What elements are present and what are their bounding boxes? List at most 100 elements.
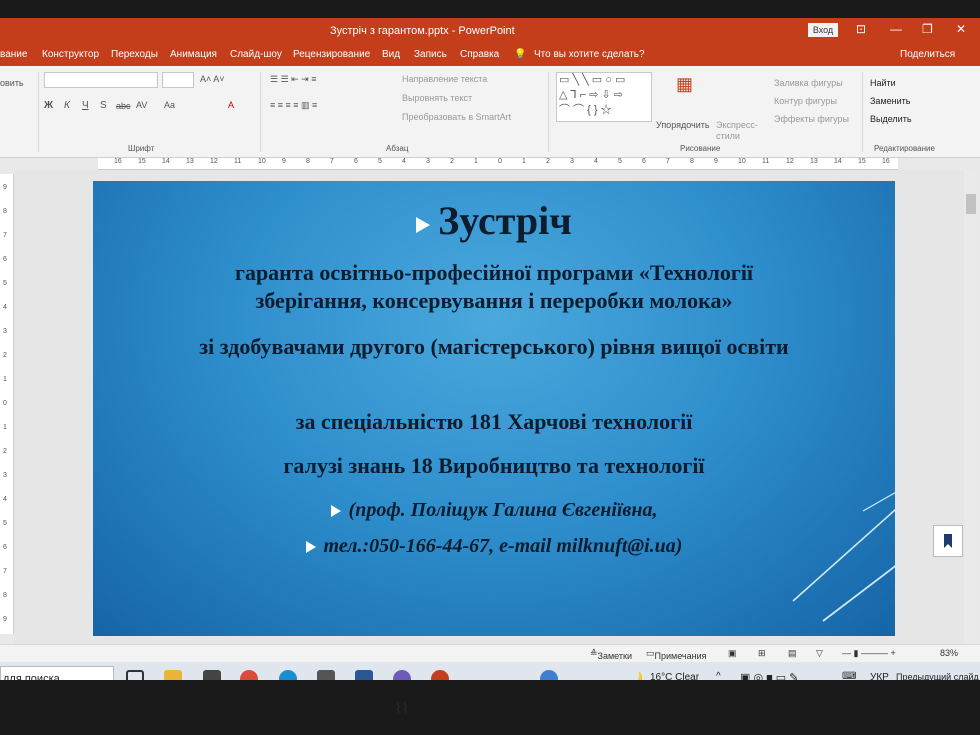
change-case-button[interactable]: Aa <box>164 100 175 110</box>
shape-effects-button[interactable]: Эффекты фигуры <box>774 114 849 124</box>
bullets-icon[interactable]: ☰ ☰ ⇤ ⇥ ≡ <box>270 74 316 85</box>
language-indicator[interactable]: УКР <box>870 672 889 680</box>
tell-me-input[interactable]: Что вы хотите сделать? <box>534 49 645 60</box>
reading-view-icon[interactable]: ▤ <box>788 648 797 659</box>
keyboard-icon[interactable]: ⌨ <box>842 671 856 680</box>
tab-record[interactable]: Запись <box>414 49 447 60</box>
edge-icon[interactable] <box>279 670 297 680</box>
strikethrough-button[interactable]: abc <box>116 101 131 111</box>
weather-text[interactable]: 16°C Clear <box>650 672 699 680</box>
arrange-icon[interactable]: ▦ <box>676 74 693 95</box>
tray-icons[interactable]: ▣ ◎ ■ ▭ ✎ <box>740 671 798 680</box>
taskbar: для поиска 15 🌙 16°C Clear ^ ▣ ◎ ■ ▭ ✎ ⌨… <box>0 662 980 680</box>
align-text-button[interactable]: Выровнять текст <box>402 93 472 103</box>
comments-button[interactable]: ▭ Примечания <box>646 648 706 661</box>
calendar-app-icon[interactable] <box>203 670 221 680</box>
tray-chevron-icon[interactable]: ^ <box>716 671 721 680</box>
text-direction-button[interactable]: Направление текста <box>402 74 487 84</box>
taskbar-search-input[interactable]: для поиска <box>0 666 114 680</box>
ruler-tick-label: 12 <box>210 158 218 165</box>
ruler-tick-label: 6 <box>3 544 7 551</box>
help-icon[interactable] <box>540 670 558 680</box>
ruler-tick-label: 6 <box>3 256 7 263</box>
ruler-tick-label: 3 <box>426 158 430 165</box>
ribbon: овить A˄ A˅ Ж К Ч S abc AV Aa A Шрифт ☰ … <box>0 66 980 158</box>
tab-insert[interactable]: вание <box>0 49 27 60</box>
editing-group-label: Редактирование <box>874 144 935 153</box>
find-button[interactable]: Найти <box>870 78 896 88</box>
italic-button[interactable]: К <box>64 100 70 111</box>
smartart-button[interactable]: Преобразовать в SmartArt <box>402 112 511 122</box>
slideshow-view-icon[interactable]: ▽ <box>816 648 823 659</box>
ruler-tick-label: 9 <box>3 184 7 191</box>
tab-slideshow[interactable]: Слайд-шоу <box>230 49 282 60</box>
tab-help[interactable]: Справка <box>460 49 499 60</box>
ruler-tick-label: 7 <box>330 158 334 165</box>
share-button[interactable]: Поделиться <box>900 49 955 60</box>
ribbon-tabs: вание Конструктор Переходы Анимация Слай… <box>0 44 980 66</box>
shape-outline-button[interactable]: Контур фигуры <box>774 96 837 106</box>
underline-button[interactable]: Ч <box>82 100 89 111</box>
ruler-tick-label: 2 <box>450 158 454 165</box>
ribbon-display-icon[interactable]: ⊡ <box>856 22 866 36</box>
zoom-slider[interactable]: — ▮ ——— + <box>842 648 896 659</box>
align-icon[interactable]: ≡ ≡ ≡ ≡ ▥ ≡ <box>270 100 317 111</box>
bullet-arrow-icon <box>416 216 431 233</box>
ruler-tick-label: 15 <box>138 158 146 165</box>
grow-font-icon[interactable]: A˄ A˅ <box>200 74 225 84</box>
normal-view-icon[interactable]: ▣ <box>728 648 737 659</box>
select-button[interactable]: Выделить <box>870 114 912 124</box>
new-slide-button[interactable]: овить <box>0 78 24 88</box>
spacing-button[interactable]: AV <box>136 100 147 110</box>
task-view-icon[interactable] <box>126 670 144 680</box>
bookmark-icon[interactable] <box>933 525 963 557</box>
replace-button[interactable]: Заменить <box>870 96 910 106</box>
tab-animations[interactable]: Анимация <box>170 49 217 60</box>
ruler-tick-label: 1 <box>3 376 7 383</box>
vertical-scrollbar[interactable] <box>964 170 978 640</box>
shape-fill-button[interactable]: Заливка фигуры <box>774 78 843 88</box>
file-explorer-icon[interactable] <box>164 670 182 680</box>
ruler-tick-label: 5 <box>618 158 622 165</box>
zoom-level[interactable]: 83% <box>940 648 958 658</box>
minimize-icon[interactable]: — <box>890 22 902 36</box>
powerpoint-icon[interactable] <box>431 670 449 680</box>
slide-canvas[interactable]: Зустріч гаранта освітньо-професійної про… <box>93 181 895 636</box>
express-styles-button[interactable]: Экспресс-стили <box>716 120 760 142</box>
arrange-button[interactable]: Упорядочить <box>656 120 710 130</box>
vertical-ruler: 9 8 7 6 5 4 3 2 1 0 1 2 3 4 5 6 7 8 9 <box>0 174 14 634</box>
shapes-gallery[interactable]: ▭ ╲ ╲ ▭ ○ ▭ △ ⅂ ⌐ ⇨ ⇩ ⇨ ⌒ ⌒ { } ☆ <box>556 72 652 122</box>
tab-view[interactable]: Вид <box>382 49 400 60</box>
tab-design[interactable]: Конструктор <box>42 49 99 60</box>
viber-icon[interactable] <box>393 670 411 680</box>
ruler-tick-label: 8 <box>690 158 694 165</box>
ruler-tick-label: 12 <box>786 158 794 165</box>
ruler-tick-label: 7 <box>666 158 670 165</box>
ruler-tick-label: 1 <box>522 158 526 165</box>
ruler-tick-label: 0 <box>3 400 7 407</box>
notes-button[interactable]: ≙ Заметки <box>590 648 632 661</box>
slide-line-contacts: тел.:050-166-44-67, e-mail milknuft@i.ua… <box>93 535 895 558</box>
font-family-select[interactable] <box>44 72 158 88</box>
chrome-icon[interactable] <box>240 670 258 680</box>
ruler-tick-label: 9 <box>3 616 7 623</box>
ruler-tick-label: 4 <box>402 158 406 165</box>
ruler-tick-label: 10 <box>738 158 746 165</box>
login-button[interactable]: Вход <box>808 23 838 37</box>
tab-review[interactable]: Рецензирование <box>293 49 370 60</box>
bold-button[interactable]: Ж <box>44 100 53 111</box>
ruler-tick-label: 16 <box>882 158 890 165</box>
font-color-button[interactable]: A <box>228 100 234 110</box>
shadow-button[interactable]: S <box>100 100 107 111</box>
close-icon[interactable]: ✕ <box>956 22 966 36</box>
lightbulb-icon: 💡 <box>514 49 527 60</box>
font-size-select[interactable] <box>162 72 194 88</box>
ruler-tick-label: 16 <box>114 158 122 165</box>
slide-sorter-icon[interactable]: ⊞ <box>758 648 766 659</box>
restore-icon[interactable]: ❐ <box>922 22 933 36</box>
tab-transitions[interactable]: Переходы <box>111 49 158 60</box>
ruler-tick-label: 5 <box>378 158 382 165</box>
calculator-icon[interactable] <box>317 670 335 680</box>
ruler-tick-label: 3 <box>3 328 7 335</box>
word-icon[interactable] <box>355 670 373 680</box>
